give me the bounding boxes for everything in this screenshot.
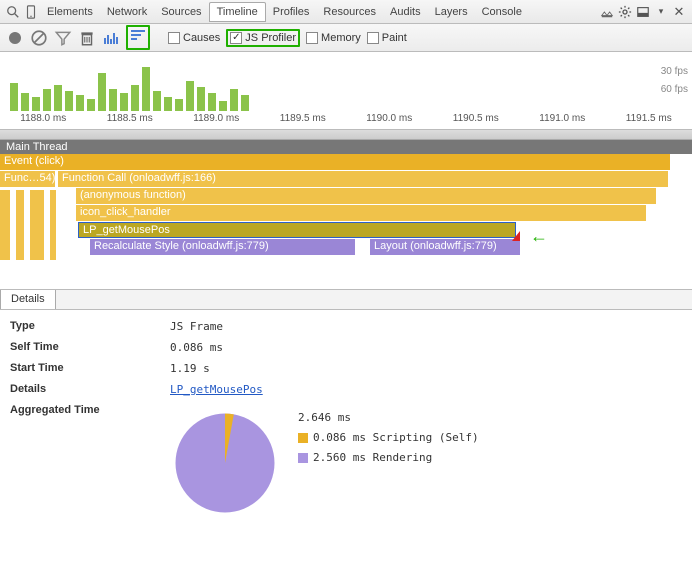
tab-audits[interactable]: Audits bbox=[383, 3, 428, 21]
overview-bars bbox=[10, 67, 249, 111]
type-key: Type bbox=[10, 320, 170, 333]
details-pane: TypeJS Frame Self Time0.086 ms Start Tim… bbox=[0, 310, 692, 528]
flame-function-call[interactable]: Function Call (onloadwff.js:166) bbox=[58, 171, 668, 187]
overview-pane[interactable]: 30 fps 60 fps 1188.0 ms1188.5 ms1189.0 m… bbox=[0, 52, 692, 130]
causes-label: Causes bbox=[183, 32, 220, 44]
dock-icon[interactable] bbox=[634, 3, 652, 21]
overview-tick: 1188.0 ms bbox=[0, 113, 87, 129]
overview-scrubber[interactable] bbox=[0, 130, 692, 140]
selftime-key: Self Time bbox=[10, 341, 170, 354]
overview-bar bbox=[208, 93, 216, 111]
fps-30-label: 30 fps bbox=[661, 66, 688, 77]
paint-checkbox[interactable]: Paint bbox=[367, 32, 407, 44]
tab-network[interactable]: Network bbox=[100, 3, 154, 21]
tab-timeline[interactable]: Timeline bbox=[209, 2, 266, 22]
overview-ticks: 1188.0 ms1188.5 ms1189.0 ms1189.5 ms1190… bbox=[0, 113, 692, 129]
flamechart-pane[interactable]: Main Thread Event (click) Func…54) Funct… bbox=[0, 140, 692, 290]
overview-tick: 1188.5 ms bbox=[87, 113, 174, 129]
clear-button[interactable] bbox=[30, 29, 48, 47]
overview-bar bbox=[32, 97, 40, 111]
flame-layout[interactable]: Layout (onloadwff.js:779) bbox=[370, 239, 520, 255]
paint-label: Paint bbox=[382, 32, 407, 44]
overview-tick: 1190.5 ms bbox=[433, 113, 520, 129]
overview-bar bbox=[230, 89, 238, 111]
drawer-icon[interactable] bbox=[598, 3, 616, 21]
overview-tick: 1189.5 ms bbox=[260, 113, 347, 129]
tab-layers[interactable]: Layers bbox=[428, 3, 475, 21]
causes-checkbox[interactable]: Causes bbox=[168, 32, 220, 44]
overview-bar bbox=[186, 81, 194, 111]
flame-lp-getmousepos[interactable]: LP_getMousePos bbox=[78, 222, 516, 238]
flame-event-click[interactable]: Event (click) bbox=[0, 154, 670, 170]
tab-console[interactable]: Console bbox=[475, 3, 529, 21]
device-icon[interactable] bbox=[22, 3, 40, 21]
tab-profiles[interactable]: Profiles bbox=[266, 3, 317, 21]
overview-bar bbox=[10, 83, 18, 111]
filter-icon[interactable] bbox=[54, 29, 72, 47]
legend-total: 2.646 ms bbox=[298, 408, 479, 428]
overview-bar bbox=[65, 91, 73, 111]
overview-bar bbox=[219, 101, 227, 111]
frames-view-button[interactable] bbox=[102, 30, 120, 46]
gear-icon[interactable] bbox=[616, 3, 634, 21]
aggtime-key: Aggregated Time bbox=[10, 404, 170, 518]
gc-icon[interactable] bbox=[78, 29, 96, 47]
jsprofiler-label: JS Profiler bbox=[245, 32, 296, 44]
timeline-toolbar: Causes ✓JS Profiler Memory Paint bbox=[0, 24, 692, 52]
aggtime-legend: 2.646 ms 0.086 ms Scripting (Self) 2.560… bbox=[298, 408, 479, 468]
type-value: JS Frame bbox=[170, 320, 223, 333]
aggtime-piechart bbox=[170, 408, 280, 518]
flame-anonymous[interactable]: (anonymous function) bbox=[76, 188, 656, 204]
chevron-down-icon[interactable]: ▾ bbox=[652, 3, 670, 21]
overview-tick: 1190.0 ms bbox=[346, 113, 433, 129]
overview-bar bbox=[87, 99, 95, 111]
details-link[interactable]: LP_getMousePos bbox=[170, 383, 263, 396]
annotation-arrow-icon: ← bbox=[530, 226, 548, 247]
tab-sources[interactable]: Sources bbox=[154, 3, 208, 21]
overview-tick: 1191.5 ms bbox=[606, 113, 692, 129]
close-icon[interactable]: ✕ bbox=[670, 3, 688, 21]
overview-bar bbox=[175, 99, 183, 111]
overview-bar bbox=[197, 87, 205, 111]
legend-scripting: 0.086 ms Scripting (Self) bbox=[313, 431, 479, 444]
search-icon[interactable] bbox=[4, 3, 22, 21]
overview-tick: 1189.0 ms bbox=[173, 113, 260, 129]
flame-func54[interactable]: Func…54) bbox=[0, 171, 55, 187]
details-key: Details bbox=[10, 383, 170, 396]
record-button[interactable] bbox=[6, 32, 24, 44]
flame-icon-click-handler[interactable]: icon_click_handler bbox=[76, 205, 646, 221]
overview-bar bbox=[241, 95, 249, 111]
memory-label: Memory bbox=[321, 32, 361, 44]
tab-elements[interactable]: Elements bbox=[40, 3, 100, 21]
layout-warning-icon bbox=[512, 231, 520, 241]
flame-recalc-style[interactable]: Recalculate Style (onloadwff.js:779) bbox=[90, 239, 355, 255]
legend-rendering: 2.560 ms Rendering bbox=[313, 451, 432, 464]
swatch-rendering-icon bbox=[298, 453, 308, 463]
overview-bar bbox=[131, 85, 139, 111]
details-tabbar: Details bbox=[0, 290, 692, 310]
overview-bar bbox=[120, 93, 128, 111]
overview-bar bbox=[153, 91, 161, 111]
starttime-value: 1.19 s bbox=[170, 362, 210, 375]
selftime-value: 0.086 ms bbox=[170, 341, 223, 354]
overview-bar bbox=[54, 85, 62, 111]
fps-60-label: 60 fps bbox=[661, 84, 688, 95]
starttime-key: Start Time bbox=[10, 362, 170, 375]
overview-bar bbox=[142, 67, 150, 111]
flamechart-view-button[interactable] bbox=[126, 25, 150, 50]
overview-tick: 1191.0 ms bbox=[519, 113, 606, 129]
overview-bar bbox=[98, 73, 106, 111]
overview-bar bbox=[21, 93, 29, 111]
overview-bar bbox=[76, 95, 84, 111]
memory-checkbox[interactable]: Memory bbox=[306, 32, 361, 44]
main-tabbar: Elements Network Sources Timeline Profil… bbox=[0, 0, 692, 24]
tab-resources[interactable]: Resources bbox=[316, 3, 383, 21]
details-tab[interactable]: Details bbox=[0, 289, 56, 309]
overview-bar bbox=[164, 97, 172, 111]
thread-header: Main Thread bbox=[0, 140, 692, 154]
jsprofiler-checkbox[interactable]: ✓JS Profiler bbox=[226, 29, 300, 47]
swatch-scripting-icon bbox=[298, 433, 308, 443]
overview-bar bbox=[43, 89, 51, 111]
overview-bar bbox=[109, 89, 117, 111]
